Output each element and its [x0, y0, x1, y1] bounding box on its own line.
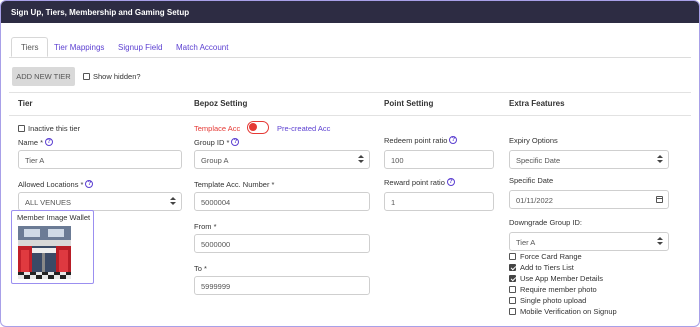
- redeem-ratio-label-text: Redeem point ratio: [384, 136, 448, 145]
- group-id-select[interactable]: Group A: [194, 150, 370, 169]
- member-image-wallet-label: Member Image Wallet: [17, 213, 91, 222]
- feature-force-card-range[interactable]: Force Card Range: [509, 252, 582, 261]
- feature-label: Require member photo: [520, 285, 597, 294]
- feature-label: Add to Tiers List: [520, 263, 574, 272]
- column-header-extra: Extra Features: [509, 99, 565, 108]
- feature-label: Force Card Range: [520, 252, 582, 261]
- window-title: Sign Up, Tiers, Membership and Gaming Se…: [1, 1, 699, 23]
- downgrade-group-label: Downgrade Group ID:: [509, 218, 582, 227]
- group-id-label-text: Group ID *: [194, 138, 230, 147]
- add-new-tier-button[interactable]: ADD NEW TIER: [12, 67, 75, 86]
- template-acc-label: Templace Acc: [194, 124, 241, 133]
- feature-checkbox[interactable]: [509, 263, 516, 271]
- inactive-tier-checkbox[interactable]: [18, 124, 25, 132]
- reward-ratio-label-text: Reward point ratio: [384, 178, 445, 187]
- expiry-options-value: Specific Date: [516, 156, 561, 165]
- inactive-tier-label: Inactive this tier: [28, 124, 81, 133]
- name-label: Name *?: [18, 138, 54, 147]
- help-icon[interactable]: ?: [85, 180, 94, 189]
- column-header-point: Point Setting: [384, 99, 434, 108]
- feature-label: Single photo upload: [520, 296, 587, 305]
- reward-ratio-input[interactable]: 1: [384, 192, 494, 211]
- tab-tier-mappings[interactable]: Tier Mappings: [54, 37, 104, 57]
- select-caret-icon: [170, 197, 176, 207]
- help-icon[interactable]: ?: [446, 178, 455, 187]
- downgrade-group-value: Tier A: [516, 238, 536, 247]
- show-hidden-checkbox[interactable]: [83, 72, 90, 80]
- specific-date-value: 01/11/2022: [516, 196, 553, 205]
- header-top-divider: [9, 92, 691, 93]
- tab-divider: [9, 57, 691, 58]
- member-image-wallet-thumbnail[interactable]: [18, 226, 71, 279]
- downgrade-group-select[interactable]: Tier A: [509, 232, 669, 251]
- help-icon[interactable]: ?: [45, 138, 54, 147]
- tab-signup-field[interactable]: Signup Field: [118, 37, 162, 57]
- show-hidden-toggle[interactable]: Show hidden?: [83, 72, 141, 81]
- feature-require-member-photo[interactable]: Require member photo: [509, 285, 597, 294]
- help-icon[interactable]: ?: [449, 136, 458, 145]
- allowed-locations-value: ALL VENUES: [25, 198, 71, 207]
- tier-name-input[interactable]: Tier A: [18, 150, 182, 169]
- toggle-knob: [249, 123, 257, 131]
- group-id-value: Group A: [201, 156, 229, 165]
- reward-ratio-label: Reward point ratio?: [384, 178, 455, 187]
- feature-mobile-verification[interactable]: Mobile Verification on Signup: [509, 307, 617, 316]
- from-label: From *: [194, 222, 217, 231]
- redeem-ratio-input[interactable]: 100: [384, 150, 494, 169]
- allowed-locations-select[interactable]: ALL VENUES: [18, 192, 182, 211]
- feature-checkbox[interactable]: [509, 274, 516, 282]
- from-input[interactable]: 5000000: [194, 234, 370, 253]
- template-number-label: Template Acc. Number *: [194, 180, 275, 189]
- help-icon[interactable]: ?: [231, 138, 240, 147]
- specific-date-input[interactable]: 01/11/2022: [509, 190, 669, 209]
- allowed-locations-label: Allowed Locations *?: [18, 180, 94, 189]
- feature-checkbox[interactable]: [509, 307, 516, 315]
- tab-match-account[interactable]: Match Account: [176, 37, 228, 57]
- to-input[interactable]: 5999999: [194, 276, 370, 295]
- name-label-text: Name *: [18, 138, 44, 147]
- to-label: To *: [194, 264, 207, 273]
- app-frame: Sign Up, Tiers, Membership and Gaming Se…: [0, 0, 700, 327]
- feature-checkbox[interactable]: [509, 285, 516, 293]
- template-number-input[interactable]: 5000004: [194, 192, 370, 211]
- feature-checkbox[interactable]: [509, 296, 516, 304]
- specific-date-label: Specific Date: [509, 176, 554, 185]
- pre-created-acc-label: Pre-created Acc: [277, 124, 331, 133]
- account-type-toggle[interactable]: [247, 121, 269, 134]
- column-header-tier: Tier: [18, 99, 33, 108]
- header-bottom-divider: [9, 115, 691, 116]
- feature-checkbox[interactable]: [509, 252, 516, 260]
- expiry-options-label: Expiry Options: [509, 136, 558, 145]
- inactive-tier-option[interactable]: Inactive this tier: [18, 124, 80, 133]
- allowed-locations-label-text: Allowed Locations *: [18, 180, 84, 189]
- calendar-icon[interactable]: [656, 196, 663, 203]
- feature-label: Mobile Verification on Signup: [520, 307, 617, 316]
- expiry-options-select[interactable]: Specific Date: [509, 150, 669, 169]
- column-header-bepoz: Bepoz Setting: [194, 99, 248, 108]
- diner-booth-image-icon: [18, 226, 71, 279]
- feature-single-photo-upload[interactable]: Single photo upload: [509, 296, 586, 305]
- select-caret-icon: [657, 237, 663, 247]
- select-caret-icon: [358, 155, 364, 165]
- redeem-ratio-label: Redeem point ratio?: [384, 136, 458, 145]
- show-hidden-label: Show hidden?: [93, 72, 141, 81]
- feature-use-app-member-details[interactable]: Use App Member Details: [509, 274, 603, 283]
- select-caret-icon: [657, 155, 663, 165]
- feature-add-to-tiers-list[interactable]: Add to Tiers List: [509, 263, 574, 272]
- group-id-label: Group ID *?: [194, 138, 240, 147]
- feature-label: Use App Member Details: [520, 274, 603, 283]
- tab-tiers[interactable]: Tiers: [11, 37, 49, 57]
